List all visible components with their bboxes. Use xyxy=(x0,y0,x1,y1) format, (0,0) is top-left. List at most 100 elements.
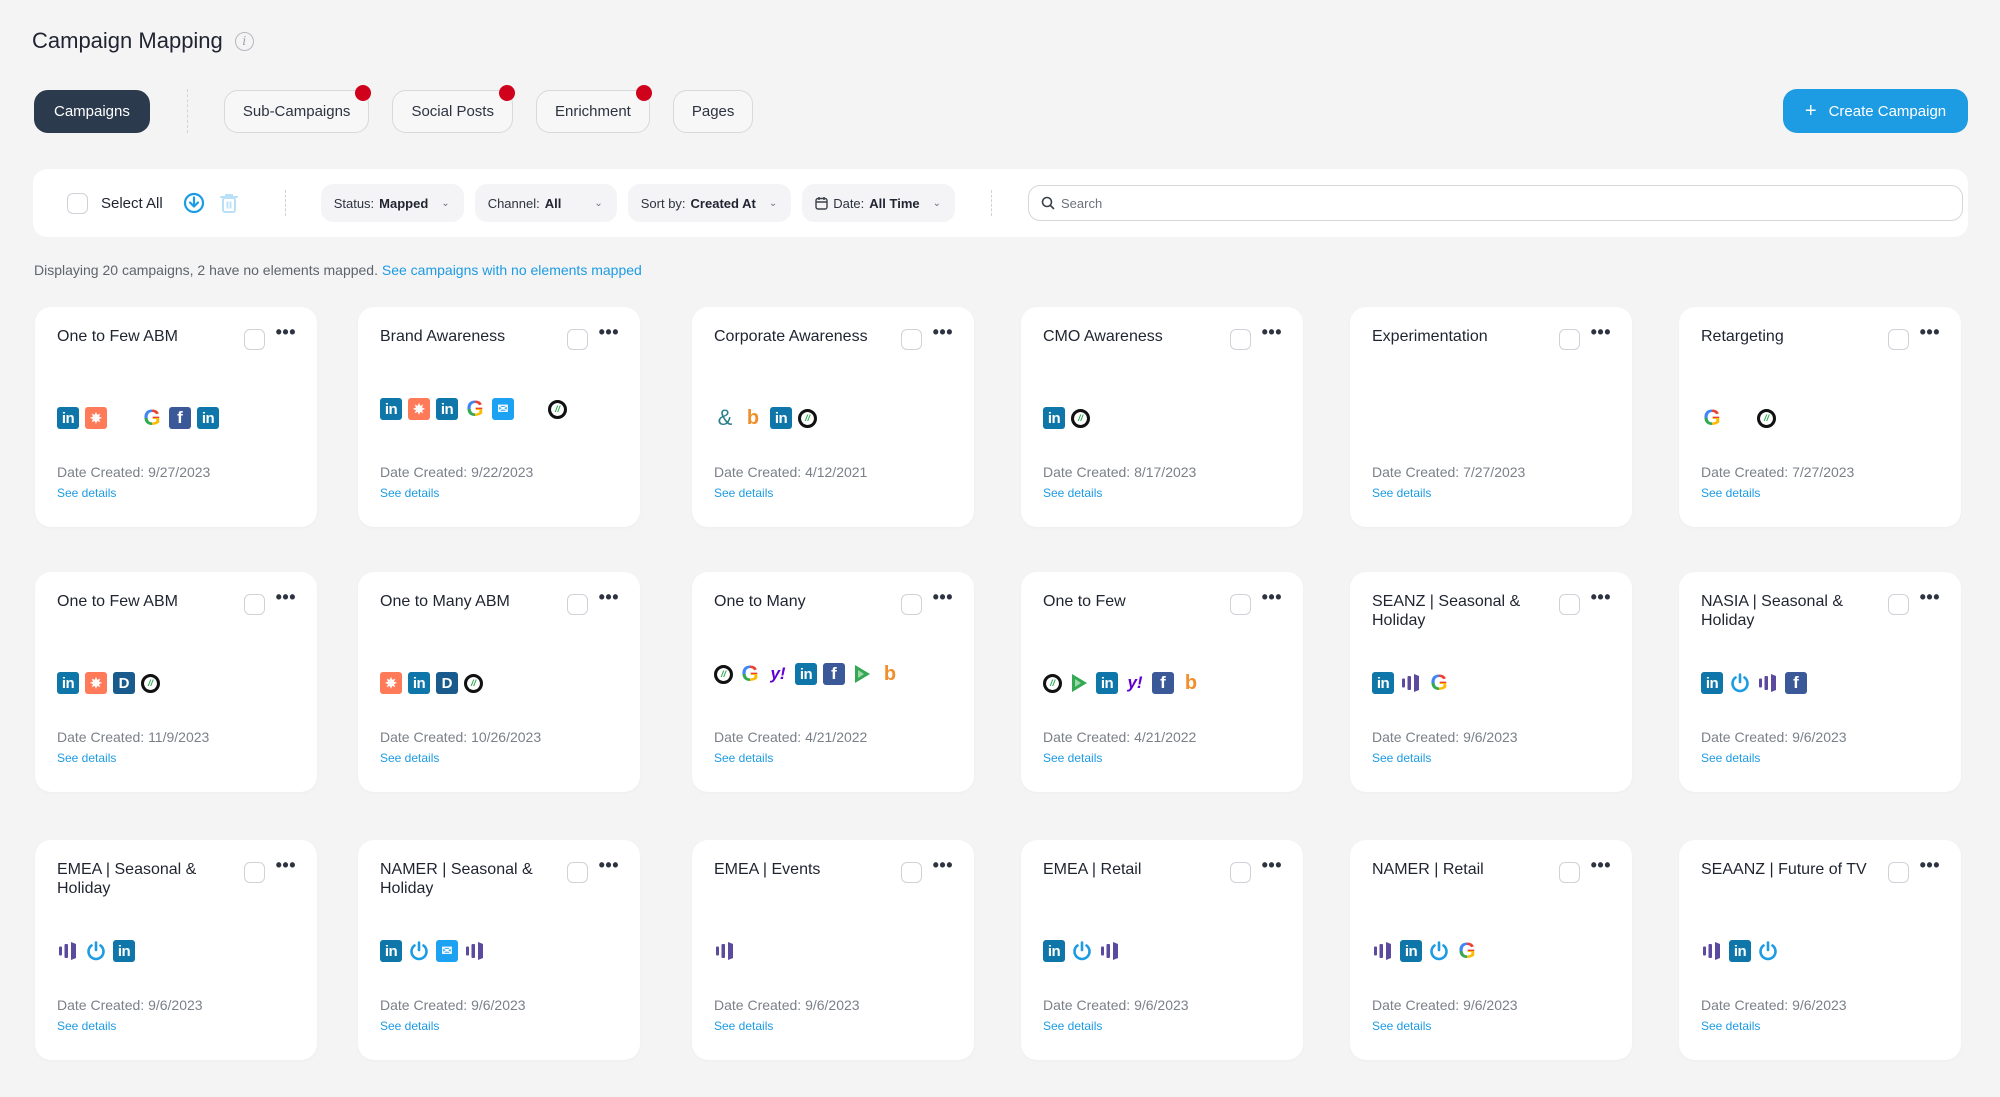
more-options-icon[interactable]: ••• xyxy=(933,855,953,876)
campaign-card[interactable]: One to Many ABM ••• ✵ in D // Date Created: 10… xyxy=(358,572,640,792)
campaign-checkbox[interactable] xyxy=(1559,594,1580,615)
more-options-icon[interactable]: ••• xyxy=(1591,322,1611,343)
see-details-link[interactable]: See details xyxy=(714,1019,773,1033)
more-options-icon[interactable]: ••• xyxy=(599,855,619,876)
more-options-icon[interactable]: ••• xyxy=(1920,322,1940,343)
campaign-card[interactable]: Retargeting ••• G // Date Created: 7/27/2023… xyxy=(1679,307,1961,527)
create-campaign-button[interactable]: + Create Campaign xyxy=(1783,89,1968,133)
more-options-icon[interactable]: ••• xyxy=(276,587,296,608)
campaign-card[interactable]: NAMER | Seasonal & Holiday ••• in ✉ Date Cre… xyxy=(358,840,640,1060)
see-details-link[interactable]: See details xyxy=(380,751,439,765)
campaign-checkbox[interactable] xyxy=(901,594,922,615)
campaign-checkbox[interactable] xyxy=(901,329,922,350)
see-details-link[interactable]: See details xyxy=(1372,1019,1431,1033)
campaign-card[interactable]: Experimentation ••• Date Created: 7/27/202… xyxy=(1350,307,1632,527)
trash-icon[interactable] xyxy=(219,192,239,214)
see-details-link[interactable]: See details xyxy=(57,1019,116,1033)
more-options-icon[interactable]: ••• xyxy=(1920,855,1940,876)
channel-icons: in xyxy=(1043,940,1258,962)
see-details-link[interactable]: See details xyxy=(714,751,773,765)
see-details-link[interactable]: See details xyxy=(1043,751,1102,765)
search-box[interactable] xyxy=(1028,185,1964,221)
campaign-checkbox[interactable] xyxy=(1230,329,1251,350)
channel-filter[interactable]: Channel: All ⌄ xyxy=(474,184,617,222)
create-campaign-label: Create Campaign xyxy=(1828,102,1947,120)
facebook-icon: f xyxy=(169,407,191,429)
more-options-icon[interactable]: ••• xyxy=(1591,587,1611,608)
see-details-link[interactable]: See details xyxy=(57,751,116,765)
channel-icons: & b in // xyxy=(714,407,929,429)
more-options-icon[interactable]: ••• xyxy=(599,587,619,608)
microsoft-icon xyxy=(520,398,542,420)
bars-icon xyxy=(1372,940,1394,962)
see-details-link[interactable]: See details xyxy=(1701,486,1760,500)
campaign-card[interactable]: One to Many ••• // Gy! in f b Date Created: 4/2… xyxy=(692,572,974,792)
campaign-checkbox[interactable] xyxy=(244,329,265,350)
more-options-icon[interactable]: ••• xyxy=(933,587,953,608)
select-all[interactable]: Select All xyxy=(67,192,163,214)
info-icon[interactable]: i xyxy=(234,31,254,51)
campaign-card[interactable]: SEANZ | Seasonal & Holiday ••• in G Date Cre… xyxy=(1350,572,1632,792)
more-options-icon[interactable]: ••• xyxy=(599,322,619,343)
tab-sub-campaigns[interactable]: Sub-Campaigns xyxy=(223,84,372,133)
channel-icons xyxy=(1372,407,1587,429)
campaign-card[interactable]: EMEA | Retail ••• in Date Created: 9/6/2023… xyxy=(1021,840,1303,1060)
campaign-checkbox[interactable] xyxy=(567,594,588,615)
select-all-checkbox[interactable] xyxy=(67,192,88,214)
date-value: 7/27/2023 xyxy=(1792,464,1855,480)
campaign-card[interactable]: Brand Awareness ••• in ✵ in G ✉ // Date Created:… xyxy=(358,307,640,527)
see-details-link[interactable]: See details xyxy=(57,486,116,500)
campaign-card[interactable]: NASIA | Seasonal & Holiday ••• in f Date Cre… xyxy=(1679,572,1961,792)
status-filter[interactable]: Status: Mapped ⌄ xyxy=(320,184,464,222)
campaign-checkbox[interactable] xyxy=(567,862,588,883)
date-filter[interactable]: Date: All Time ⌄ xyxy=(802,184,956,222)
campaign-card[interactable]: One to Few ••• // in y! f b Date Created: 4/21/… xyxy=(1021,572,1303,792)
campaign-checkbox[interactable] xyxy=(901,862,922,883)
campaign-checkbox[interactable] xyxy=(1888,862,1909,883)
campaign-card[interactable]: Corporate Awareness ••• & b in // Date Created… xyxy=(692,307,974,527)
campaign-checkbox[interactable] xyxy=(244,594,265,615)
more-options-icon[interactable]: ••• xyxy=(1262,322,1282,343)
tab-campaigns[interactable]: Campaigns xyxy=(34,89,150,133)
campaign-checkbox[interactable] xyxy=(567,329,588,350)
more-options-icon[interactable]: ••• xyxy=(933,322,953,343)
more-options-icon[interactable]: ••• xyxy=(1920,587,1940,608)
see-details-link[interactable]: See details xyxy=(1701,751,1760,765)
search-input[interactable] xyxy=(1061,195,1942,211)
see-details-link[interactable]: See details xyxy=(1372,486,1431,500)
campaign-checkbox[interactable] xyxy=(1230,862,1251,883)
see-details-link[interactable]: See details xyxy=(380,1019,439,1033)
more-options-icon[interactable]: ••• xyxy=(276,855,296,876)
see-details-link[interactable]: See details xyxy=(1043,486,1102,500)
more-options-icon[interactable]: ••• xyxy=(1262,587,1282,608)
download-icon[interactable] xyxy=(183,192,205,214)
see-details-link[interactable]: See details xyxy=(714,486,773,500)
campaign-checkbox[interactable] xyxy=(1559,329,1580,350)
tab-social-posts[interactable]: Social Posts xyxy=(392,84,515,133)
campaign-checkbox[interactable] xyxy=(1888,329,1909,350)
no-elements-link[interactable]: See campaigns with no elements mapped xyxy=(382,262,642,278)
sort-filter[interactable]: Sort by: Created At ⌄ xyxy=(627,184,792,222)
more-options-icon[interactable]: ••• xyxy=(276,322,296,343)
campaign-checkbox[interactable] xyxy=(1230,594,1251,615)
channel-icons: in G xyxy=(1372,672,1587,694)
campaign-card[interactable]: CMO Awareness ••• in // Date Created: 8/17/2… xyxy=(1021,307,1303,527)
more-options-icon[interactable]: ••• xyxy=(1591,855,1611,876)
page-title-text: Campaign Mapping xyxy=(32,28,223,53)
more-options-icon[interactable]: ••• xyxy=(1262,855,1282,876)
campaign-card[interactable]: EMEA | Seasonal & Holiday ••• in Date Creat… xyxy=(35,840,317,1060)
campaign-checkbox[interactable] xyxy=(1888,594,1909,615)
tab-enrichment[interactable]: Enrichment xyxy=(535,84,652,133)
campaign-card[interactable]: NAMER | Retail ••• in G Date Created: 9/6/20… xyxy=(1350,840,1632,1060)
campaign-card[interactable]: One to Few ABM ••• in ✵ D // Date Created: 11/… xyxy=(35,572,317,792)
tab-pages[interactable]: Pages xyxy=(672,89,754,133)
see-details-link[interactable]: See details xyxy=(1043,1019,1102,1033)
campaign-checkbox[interactable] xyxy=(244,862,265,883)
campaign-checkbox[interactable] xyxy=(1559,862,1580,883)
see-details-link[interactable]: See details xyxy=(380,486,439,500)
campaign-card[interactable]: One to Few ABM ••• in ✵ Gf in Date Created: 9/… xyxy=(35,307,317,527)
campaign-card[interactable]: SEAANZ | Future of TV ••• in Date Created: … xyxy=(1679,840,1961,1060)
see-details-link[interactable]: See details xyxy=(1701,1019,1760,1033)
campaign-card[interactable]: EMEA | Events ••• Date Created: 9/6/2023 Se… xyxy=(692,840,974,1060)
see-details-link[interactable]: See details xyxy=(1372,751,1431,765)
